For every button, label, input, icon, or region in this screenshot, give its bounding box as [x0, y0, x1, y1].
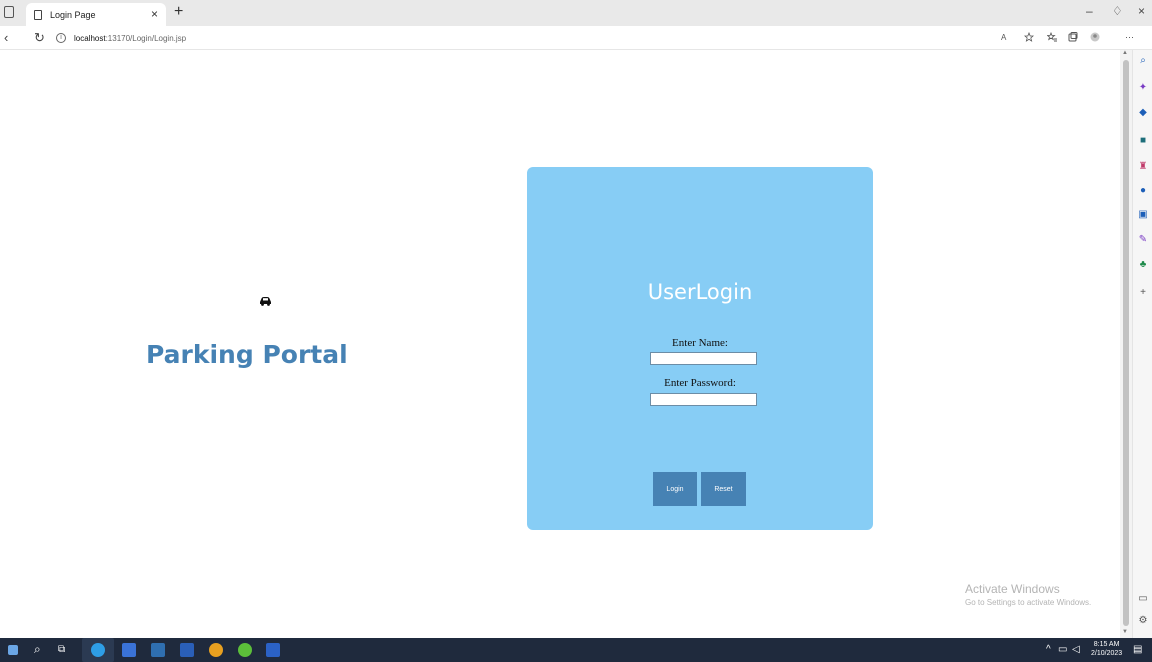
login-card: UserLogin Enter Name: Enter Password: Lo… — [527, 167, 873, 530]
brand-title: Parking Portal — [146, 340, 348, 369]
password-input[interactable] — [650, 393, 757, 406]
chrome-icon[interactable] — [209, 643, 223, 657]
url-host: localhost — [74, 33, 106, 43]
designer-icon[interactable]: ✎ — [1138, 235, 1148, 245]
clock[interactable]: 8:15 AM 2/10/2023 — [1091, 640, 1122, 658]
start-icon[interactable] — [8, 645, 18, 655]
microsoft365-icon[interactable]: ● — [1138, 186, 1148, 196]
tree-icon[interactable]: ♣ — [1138, 260, 1148, 270]
read-aloud-icon[interactable]: A — [1001, 32, 1011, 42]
vertical-scrollbar[interactable]: ▲ ▼ — [1120, 50, 1132, 638]
sidebar-settings-icon[interactable]: ⚙ — [1138, 616, 1148, 626]
collections-icon[interactable] — [1068, 32, 1078, 42]
new-tab-button[interactable]: + — [174, 3, 183, 21]
tab-login-page[interactable]: Login Page × — [26, 3, 166, 26]
page-viewport: Parking Portal UserLogin Enter Name: Ent… — [0, 50, 1120, 638]
favorite-add-icon[interactable] — [1024, 32, 1034, 42]
volume-icon[interactable]: ◁ — [1072, 644, 1080, 655]
edge-taskbar-slot[interactable] — [82, 638, 114, 662]
clock-date: 2/10/2023 — [1091, 650, 1123, 657]
page-icon — [34, 9, 42, 20]
clock-time: 8:15 AM — [1093, 641, 1120, 648]
add-sidebar-app-icon[interactable]: + — [1138, 288, 1148, 298]
refresh-icon[interactable]: ↻ — [34, 30, 45, 46]
outlook-icon[interactable]: ▣ — [1138, 210, 1148, 220]
watermark-subtitle: Go to Settings to activate Windows. — [965, 598, 1092, 607]
url-path: :13170/Login/Login.jsp — [105, 33, 187, 43]
games-icon[interactable]: ♜ — [1138, 162, 1148, 172]
tab-close-icon[interactable]: × — [151, 7, 158, 21]
tab-strip: Login Page × + – ♢ × — [0, 0, 1152, 26]
activate-windows-watermark: Activate Windows Go to Settings to activ… — [965, 582, 1091, 607]
reset-button[interactable]: Reset — [701, 472, 746, 506]
workspaces-icon[interactable] — [4, 6, 14, 18]
svg-text:A: A — [1001, 33, 1007, 42]
favorites-icon[interactable] — [1047, 32, 1057, 42]
task-view-icon[interactable]: ⧉ — [58, 644, 65, 655]
password-label: Enter Password: — [664, 377, 736, 389]
network-icon[interactable]: ▭ — [1058, 644, 1067, 655]
show-hidden-icons[interactable]: ^ — [1046, 644, 1051, 655]
login-button[interactable]: Login — [653, 472, 697, 506]
scroll-down-icon[interactable]: ▼ — [1122, 629, 1128, 635]
address-toolbar: ‹ ↻ i localhost :13170/Login/Login.jsp A… — [0, 26, 1152, 50]
browser-window: Login Page × + – ♢ × ‹ ↻ i localhost :13… — [0, 0, 1152, 662]
restore-button[interactable]: ♢ — [1112, 4, 1123, 18]
minimize-button[interactable]: – — [1086, 4, 1093, 18]
scroll-up-icon[interactable]: ▲ — [1122, 50, 1128, 56]
shopping-icon[interactable]: ◆ — [1138, 108, 1148, 118]
profile-icon[interactable] — [1090, 32, 1100, 42]
more-options-icon[interactable]: ··· — [1125, 32, 1134, 42]
search-taskbar-icon[interactable]: ⌕ — [34, 642, 41, 657]
search-icon[interactable]: ⌕ — [1138, 56, 1148, 66]
file-explorer-icon[interactable] — [151, 643, 165, 657]
tools-icon[interactable]: ■ — [1138, 136, 1148, 146]
close-button[interactable]: × — [1138, 4, 1145, 18]
notifications-icon[interactable]: ▤ — [1133, 644, 1142, 655]
hide-sidebar-icon[interactable]: ▭ — [1138, 594, 1148, 604]
windows-taskbar: ⌕ ⧉ ^ ▭ ◁ 8:15 AM 2/10/2023 ▤ — [0, 638, 1152, 662]
scroll-thumb[interactable] — [1123, 60, 1129, 626]
edge-sidebar: ⌕ ✦ ◆ ■ ♜ ● ▣ ✎ ♣ + ▭ ⚙ — [1132, 50, 1152, 638]
back-icon[interactable]: ‹ — [4, 30, 8, 45]
tab-title: Login Page — [50, 9, 96, 20]
login-title: UserLogin — [647, 280, 753, 304]
discover-icon[interactable]: ✦ — [1138, 83, 1148, 93]
watermark-title: Activate Windows — [965, 582, 1060, 596]
store-icon[interactable] — [122, 643, 136, 657]
app-icon[interactable] — [238, 643, 252, 657]
edge-icon — [91, 643, 105, 657]
word-icon[interactable] — [266, 643, 280, 657]
address-bar[interactable]: i localhost :13170/Login/Login.jsp — [56, 28, 956, 48]
mail-icon[interactable] — [180, 643, 194, 657]
car-icon — [260, 297, 271, 306]
site-info-icon[interactable]: i — [56, 33, 66, 43]
name-input[interactable] — [650, 352, 757, 365]
name-label: Enter Name: — [672, 337, 728, 349]
